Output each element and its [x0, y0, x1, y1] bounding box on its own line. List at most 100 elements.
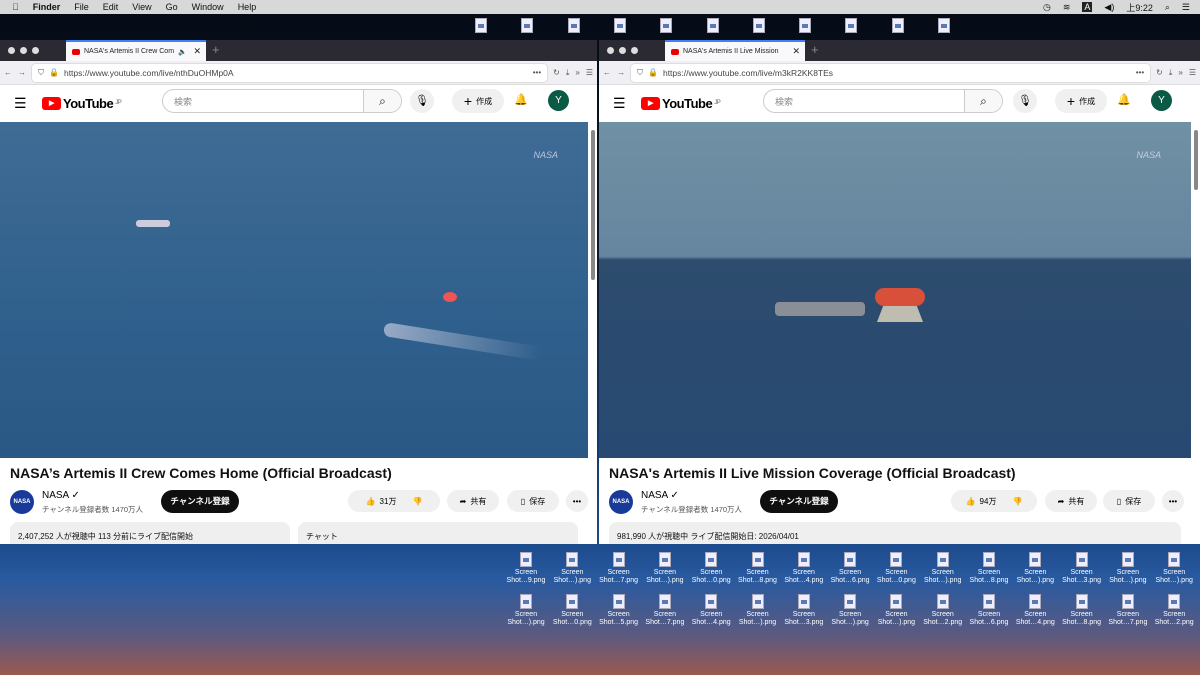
- desktop-file-icon[interactable]: Screen Shot…).png: [1151, 552, 1197, 585]
- wifi-icon[interactable]: ≋: [1063, 2, 1071, 13]
- forward-icon[interactable]: →: [18, 68, 26, 77]
- forward-icon[interactable]: →: [617, 68, 625, 77]
- desktop-file-icon[interactable]: Screen Shot…7.png: [1105, 594, 1151, 627]
- overflow-icon[interactable]: »: [1178, 68, 1182, 77]
- youtube-logo[interactable]: ▶ YouTube JP: [42, 96, 122, 111]
- scrollbar[interactable]: [1194, 130, 1198, 190]
- thumbs-up-icon[interactable]: 👍: [366, 497, 376, 506]
- menu-icon[interactable]: ☰: [586, 68, 593, 77]
- control-center-icon[interactable]: ☰: [1182, 2, 1190, 13]
- subscribe-button[interactable]: チャンネル登録: [760, 490, 838, 513]
- subscribe-button[interactable]: チャンネル登録: [161, 490, 239, 513]
- thumbs-down-icon[interactable]: 👎: [412, 497, 422, 506]
- scrollbar[interactable]: [591, 130, 595, 280]
- desktop-file-icon[interactable]: [597, 18, 643, 35]
- desktop-file-icon[interactable]: Screen Shot…5.png: [596, 594, 642, 627]
- channel-name[interactable]: NASA ✓: [641, 490, 679, 501]
- microphone-icon[interactable]: 🎙: [410, 89, 434, 113]
- microphone-icon[interactable]: 🎙: [1013, 89, 1037, 113]
- search-input[interactable]: 検索 ⌕: [162, 89, 402, 113]
- menu-icon[interactable]: ☰: [1189, 68, 1196, 77]
- channel-avatar[interactable]: NASA: [10, 490, 34, 514]
- channel-name[interactable]: NASA ✓: [42, 490, 80, 501]
- avatar[interactable]: Y: [548, 90, 569, 111]
- desktop-file-icon[interactable]: Screen Shot…2.png: [1151, 594, 1197, 627]
- desktop-file-icon[interactable]: [736, 18, 782, 35]
- avatar[interactable]: Y: [1151, 90, 1172, 111]
- volume-icon[interactable]: ◀): [1104, 2, 1114, 13]
- desktop-file-icon[interactable]: Screen Shot…6.png: [966, 594, 1012, 627]
- hamburger-icon[interactable]: ☰: [613, 95, 641, 112]
- desktop-file-icon[interactable]: Screen Shot…).png: [735, 594, 781, 627]
- chat-panel[interactable]: チャット: [298, 522, 578, 544]
- channel-avatar[interactable]: NASA: [609, 490, 633, 514]
- desktop-file-icon[interactable]: [875, 18, 921, 35]
- description-box[interactable]: 2,407,252 人が視聴中 113 分前にライブ配信開始: [10, 522, 290, 544]
- menu-edit[interactable]: Edit: [103, 2, 119, 12]
- video-player[interactable]: NASA: [0, 122, 588, 458]
- url-text[interactable]: https://www.youtube.com/live/nthDuOHMp0A: [64, 68, 234, 78]
- desktop-file-icon[interactable]: Screen Shot…).png: [873, 594, 919, 627]
- menu-view[interactable]: View: [132, 2, 151, 12]
- desktop-file-icon[interactable]: Screen Shot…4.png: [1012, 594, 1058, 627]
- menu-file[interactable]: File: [74, 2, 89, 12]
- time-machine-icon[interactable]: ◷: [1043, 2, 1051, 13]
- desktop-file-icon[interactable]: [458, 18, 504, 35]
- desktop-file-icon[interactable]: [782, 18, 828, 35]
- reload-icon[interactable]: ↻: [553, 68, 560, 77]
- desktop-file-icon[interactable]: Screen Shot…8.png: [1059, 594, 1105, 627]
- desktop-file-icon[interactable]: Screen Shot…6.png: [827, 552, 873, 585]
- youtube-logo[interactable]: ▶ YouTube JP: [641, 96, 721, 111]
- browser-tab[interactable]: NASA's Artemis II Crew Com 🔈 ✕: [66, 40, 206, 61]
- hamburger-icon[interactable]: ☰: [14, 95, 42, 112]
- desktop-file-icon[interactable]: Screen Shot…).png: [503, 594, 549, 627]
- more-button[interactable]: •••: [1162, 490, 1184, 512]
- desktop-file-icon[interactable]: Screen Shot…7.png: [596, 552, 642, 585]
- back-icon[interactable]: ←: [4, 68, 12, 77]
- share-button[interactable]: ➦ 共有: [1045, 490, 1097, 512]
- window-controls[interactable]: [607, 47, 638, 54]
- desktop-file-icon[interactable]: Screen Shot…9.png: [503, 552, 549, 585]
- desktop-file-icon[interactable]: Screen Shot…).png: [1012, 552, 1058, 585]
- search-icon[interactable]: ⌕: [964, 90, 1002, 112]
- desktop-file-icon[interactable]: Screen Shot…0.png: [873, 552, 919, 585]
- url-text[interactable]: https://www.youtube.com/live/m3kR2KK8TEs: [663, 68, 833, 78]
- desktop-file-icon[interactable]: Screen Shot…).png: [642, 552, 688, 585]
- desktop-file-icon[interactable]: Screen Shot…4.png: [781, 552, 827, 585]
- description-box[interactable]: 981,990 人が視聴中 ライブ配信開始日: 2026/04/01: [609, 522, 1181, 544]
- overflow-icon[interactable]: »: [575, 68, 579, 77]
- desktop-file-icon[interactable]: Screen Shot…8.png: [735, 552, 781, 585]
- menu-app-name[interactable]: Finder: [33, 2, 61, 12]
- browser-tab[interactable]: NASA's Artemis II Live Mission ✕: [665, 40, 805, 61]
- bell-icon[interactable]: 🔔: [514, 93, 528, 106]
- window-controls[interactable]: [8, 47, 39, 54]
- like-dislike-button[interactable]: 👍 31万 👎: [348, 490, 440, 512]
- menu-go[interactable]: Go: [166, 2, 178, 12]
- desktop-file-icon[interactable]: Screen Shot…0.png: [549, 594, 595, 627]
- like-dislike-button[interactable]: 👍 94万 👎: [951, 490, 1037, 512]
- thumbs-down-icon[interactable]: 👎: [1012, 497, 1022, 506]
- create-button[interactable]: + 作成: [1055, 89, 1107, 113]
- apple-icon[interactable]: : [12, 2, 19, 12]
- share-button[interactable]: ➦ 共有: [447, 490, 499, 512]
- create-button[interactable]: + 作成: [452, 89, 504, 113]
- page-actions-icon[interactable]: •••: [1136, 68, 1144, 77]
- desktop-file-icon[interactable]: Screen Shot…3.png: [1059, 552, 1105, 585]
- reload-icon[interactable]: ↻: [1156, 68, 1163, 77]
- desktop-file-icon[interactable]: [921, 18, 967, 35]
- desktop-file-icon[interactable]: [504, 18, 550, 35]
- clock[interactable]: 上9:22: [1126, 1, 1153, 14]
- download-icon[interactable]: ⤓: [566, 68, 570, 78]
- desktop-file-icon[interactable]: Screen Shot…7.png: [642, 594, 688, 627]
- more-button[interactable]: •••: [566, 490, 588, 512]
- download-icon[interactable]: ⤓: [1169, 68, 1173, 78]
- address-bar[interactable]: ⛉ 🔒 https://www.youtube.com/live/nthDuOHMp…: [32, 63, 548, 82]
- desktop-file-icon[interactable]: [828, 18, 874, 35]
- back-icon[interactable]: ←: [603, 68, 611, 77]
- video-player[interactable]: NASA: [599, 122, 1191, 458]
- desktop-file-icon[interactable]: Screen Shot…).png: [827, 594, 873, 627]
- spotlight-icon[interactable]: ⌕: [1165, 2, 1170, 13]
- save-button[interactable]: ▯ 保存: [507, 490, 559, 512]
- desktop-file-icon[interactable]: Screen Shot…).png: [1105, 552, 1151, 585]
- desktop-file-icon[interactable]: [643, 18, 689, 35]
